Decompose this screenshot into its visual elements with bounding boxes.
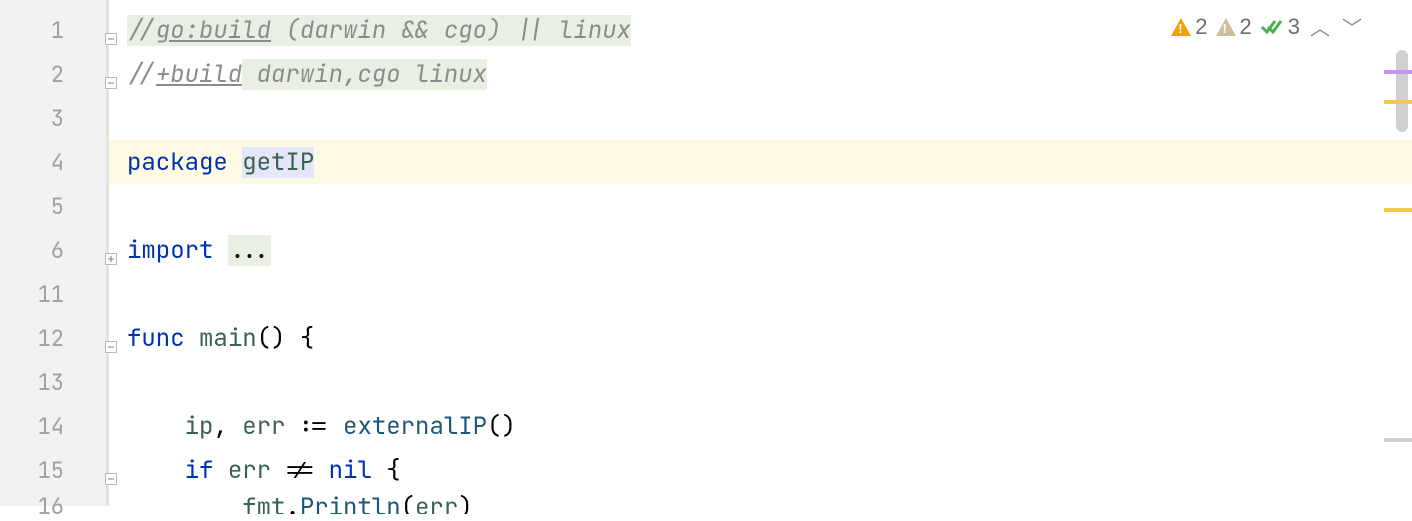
weak-warning-icon [1216, 18, 1236, 36]
checkmark-icon [1260, 17, 1284, 37]
comment-text: //go:build [127, 15, 271, 46]
code-line[interactable]: //+build darwin,cgo linux [109, 52, 1412, 96]
fold-toggle-icon[interactable] [105, 23, 119, 37]
line-number-label: 11 [38, 280, 64, 309]
inspection-widget[interactable]: 2 2 3 ︿ ﹀ [1171, 12, 1364, 41]
code-line[interactable] [109, 360, 1412, 404]
function-call: externalIP [343, 411, 487, 442]
comment-text: (darwin && cgo) || linux [271, 15, 631, 46]
line-number-label: 1 [51, 16, 64, 45]
code-text: () { [257, 323, 315, 354]
code-line[interactable]: import ... [109, 228, 1412, 272]
keyword: func [127, 323, 185, 354]
comment-text: darwin,cgo linux [242, 59, 487, 90]
warning-count: 2 [1195, 14, 1207, 40]
keyword: nil [329, 455, 372, 486]
scrollbar-thumb[interactable] [1396, 50, 1408, 132]
code-area[interactable]: //go:build (darwin && cgo) || linux //+b… [106, 0, 1412, 506]
line-number[interactable]: 3 [0, 96, 106, 140]
ok-indicator[interactable]: 3 [1260, 14, 1300, 40]
code-text: () [487, 411, 516, 442]
next-highlight-button[interactable]: ﹀ [1340, 12, 1364, 41]
warnings-indicator[interactable]: 2 [1171, 14, 1207, 40]
line-number[interactable]: 1 [0, 8, 106, 52]
line-number[interactable]: 4 [0, 140, 106, 184]
keyword: if [185, 455, 214, 486]
line-number[interactable]: 12 [0, 316, 106, 360]
weak-warnings-indicator[interactable]: 2 [1216, 14, 1252, 40]
fold-toggle-icon[interactable] [105, 331, 119, 345]
fold-expand-icon[interactable] [105, 243, 119, 257]
line-number-label: 13 [38, 368, 64, 397]
line-number-label: 3 [51, 104, 64, 133]
code-line-current[interactable]: package getIP [109, 140, 1412, 184]
variable: err [228, 455, 271, 486]
keyword: import [127, 235, 213, 266]
error-stripe-marker[interactable] [1384, 438, 1412, 442]
variable: err [415, 492, 458, 514]
code-line[interactable]: func main() { [109, 316, 1412, 360]
comment-text: //+build [127, 59, 242, 90]
code-line[interactable]: if err != nil { [109, 448, 1412, 492]
ok-count: 3 [1288, 14, 1300, 40]
scrollbar-track[interactable] [1392, 0, 1412, 506]
line-number-label: 5 [51, 192, 64, 221]
code-text: { [372, 455, 401, 486]
prev-highlight-button[interactable]: ︿ [1308, 12, 1332, 41]
line-number[interactable]: 13 [0, 360, 106, 404]
fold-toggle-icon[interactable] [105, 463, 119, 477]
line-number[interactable]: 14 [0, 404, 106, 448]
line-number[interactable]: 11 [0, 272, 106, 316]
package-name: getIP [242, 147, 314, 178]
fold-toggle-icon[interactable] [105, 67, 119, 81]
error-stripe-marker[interactable] [1384, 100, 1412, 104]
line-number-label: 2 [51, 60, 64, 89]
folded-imports[interactable]: ... [228, 235, 271, 266]
line-number[interactable]: 6 [0, 228, 106, 272]
error-stripe-marker[interactable] [1384, 208, 1412, 212]
line-number-label: 12 [38, 324, 64, 353]
line-number-label: 14 [38, 412, 64, 441]
line-number[interactable]: 15 [0, 448, 106, 492]
intention-bulb-icon[interactable] [141, 102, 169, 134]
weak-warning-count: 2 [1240, 14, 1252, 40]
line-number[interactable]: 5 [0, 184, 106, 228]
variable: err [242, 411, 285, 442]
variable: ip [185, 411, 214, 442]
line-number[interactable]: 2 [0, 52, 106, 96]
code-line[interactable]: ip, err := externalIP() [109, 404, 1412, 448]
code-line[interactable] [109, 184, 1412, 228]
line-number-label: 16 [38, 492, 64, 521]
code-line[interactable] [109, 96, 1412, 140]
code-editor: 1 2 3 4 5 6 11 12 13 14 [0, 0, 1412, 506]
gutter: 1 2 3 4 5 6 11 12 13 14 [0, 0, 106, 506]
code-line[interactable]: fmt.Println(err) [109, 492, 1412, 514]
line-number-label: 15 [38, 456, 64, 485]
function-name: main [199, 323, 257, 354]
line-number[interactable]: 16 [0, 492, 106, 514]
error-stripe-marker[interactable] [1384, 70, 1412, 74]
warning-icon [1171, 18, 1191, 36]
code-line[interactable] [109, 272, 1412, 316]
keyword: package [127, 147, 228, 178]
function-call: Println [300, 492, 401, 514]
package-ref: fmt [242, 492, 285, 514]
line-number-label: 4 [51, 148, 64, 177]
line-number-label: 6 [51, 236, 64, 265]
